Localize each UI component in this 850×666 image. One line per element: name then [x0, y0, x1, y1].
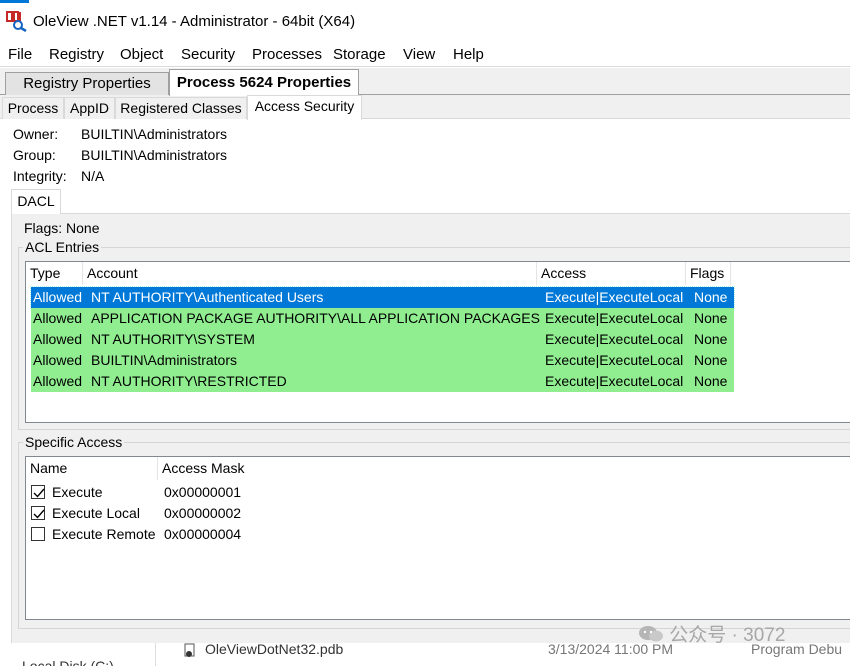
group-label: Group: — [13, 147, 56, 163]
document-tab-strip: Registry Properties Process 5624 Propert… — [0, 68, 850, 96]
acl-row[interactable]: Allowed NT AUTHORITY\Authenticated Users… — [30, 286, 735, 309]
wechat-icon — [639, 626, 663, 642]
acl-type: Allowed — [33, 310, 83, 326]
col-flags[interactable]: Flags — [686, 262, 731, 285]
specific-access-legend: Specific Access — [23, 434, 125, 450]
tab-process-properties[interactable]: Process 5624 Properties — [169, 69, 359, 96]
explorer-divider — [155, 643, 156, 666]
tab-process[interactable]: Process — [2, 97, 64, 119]
menu-storage[interactable]: Storage — [333, 46, 386, 63]
execute-checkbox[interactable] — [31, 485, 45, 499]
access-security-content: Owner: BUILTIN\Administrators Group: BUI… — [0, 119, 850, 643]
dacl-panel: Flags: None ACL Entries Type Account Acc… — [11, 213, 850, 643]
tab-registry-properties[interactable]: Registry Properties — [5, 72, 169, 95]
acl-account: NT AUTHORITY\SYSTEM — [91, 331, 255, 347]
acl-row[interactable]: Allowed NT AUTHORITY\SYSTEM Execute|Exec… — [31, 329, 734, 350]
specific-row[interactable]: Execute 0x00000001 — [26, 482, 426, 503]
acl-flags: None — [694, 289, 728, 305]
acl-entries-list[interactable]: Type Account Access Flags Allowed NT AUT… — [25, 261, 850, 423]
access-mask: 0x00000004 — [164, 526, 242, 542]
owner-label: Owner: — [13, 126, 59, 142]
watermark: 公众号 · 3072 — [638, 620, 785, 647]
integrity-label: Integrity: — [13, 168, 67, 184]
title-bar: OleView .NET v1.14 - Administrator - 64b… — [0, 0, 850, 42]
acl-flags: None — [694, 373, 728, 389]
menu-object[interactable]: Object — [120, 46, 163, 63]
col-name[interactable]: Name — [26, 457, 158, 480]
acl-flags: None — [694, 310, 728, 326]
menu-file[interactable]: File — [8, 46, 32, 63]
checkmark-icon — [33, 488, 45, 498]
acl-type: Allowed — [33, 331, 83, 347]
tab-registered-classes[interactable]: Registered Classes — [115, 97, 247, 119]
specific-access-list[interactable]: Name Access Mask Execute 0x00000001 Exec… — [25, 456, 850, 620]
tab-dacl[interactable]: DACL — [11, 189, 61, 214]
acl-type: Allowed — [33, 373, 83, 389]
acl-access: Execute|ExecuteLocal — [545, 310, 684, 326]
window-title: OleView .NET v1.14 - Administrator - 64b… — [33, 13, 356, 30]
access-mask: 0x00000001 — [164, 484, 242, 500]
watermark-text: 公众号 · 3072 — [669, 625, 786, 646]
owner-value: BUILTIN\Administrators — [81, 126, 227, 142]
menu-security[interactable]: Security — [181, 46, 235, 63]
acl-account: NT AUTHORITY\RESTRICTED — [91, 373, 287, 389]
file-name[interactable]: OleViewDotNet32.pdb — [205, 643, 343, 657]
acl-access: Execute|ExecuteLocal — [545, 289, 684, 305]
menu-registry[interactable]: Registry — [49, 46, 104, 63]
specific-access-group: Specific Access Name Access Mask Execute… — [18, 434, 850, 629]
menu-help[interactable]: Help — [453, 46, 484, 63]
title-accent — [0, 0, 29, 3]
acl-row[interactable]: Allowed NT AUTHORITY\RESTRICTED Execute|… — [31, 371, 734, 392]
execute-remote-checkbox[interactable] — [31, 527, 45, 541]
group-value: BUILTIN\Administrators — [81, 147, 227, 163]
flags-text: Flags: None — [24, 220, 100, 236]
acl-flags: None — [694, 352, 728, 368]
file-icon — [184, 643, 195, 657]
acl-access: Execute|ExecuteLocal — [545, 352, 684, 368]
col-access-mask[interactable]: Access Mask — [158, 457, 850, 480]
acl-access: Execute|ExecuteLocal — [545, 373, 684, 389]
tab-access-security[interactable]: Access Security — [247, 95, 362, 120]
menu-view[interactable]: View — [403, 46, 435, 63]
acl-row[interactable]: Allowed APPLICATION PACKAGE AUTHORITY\AL… — [31, 308, 734, 329]
execute-local-checkbox[interactable] — [31, 506, 45, 520]
col-access[interactable]: Access — [537, 262, 686, 285]
acl-account: BUILTIN\Administrators — [91, 352, 237, 368]
access-name: Execute Remote — [52, 526, 156, 542]
menu-bar: File Registry Object Security Processes … — [0, 43, 850, 67]
acl-account: APPLICATION PACKAGE AUTHORITY\ALL APPLIC… — [91, 310, 540, 326]
acl-entries-legend: ACL Entries — [23, 239, 102, 255]
specific-row[interactable]: Execute Local 0x00000002 — [26, 503, 426, 524]
inner-tab-strip: Process AppID Registered Classes Access … — [0, 95, 850, 120]
acl-access: Execute|ExecuteLocal — [545, 331, 684, 347]
acl-type: Allowed — [33, 352, 83, 368]
acl-type: Allowed — [33, 289, 83, 305]
acl-flags: None — [694, 331, 728, 347]
acl-account: NT AUTHORITY\Authenticated Users — [91, 289, 324, 305]
menu-processes[interactable]: Processes — [252, 46, 322, 63]
acl-row[interactable]: Allowed BUILTIN\Administrators Execute|E… — [31, 350, 734, 371]
oleview-app-icon — [6, 11, 27, 32]
access-name: Execute — [52, 484, 103, 500]
integrity-value: N/A — [81, 168, 105, 184]
local-disk-item[interactable]: Local Disk (C:) — [22, 658, 114, 666]
specific-row[interactable]: Execute Remote 0x00000004 — [26, 524, 426, 545]
col-type[interactable]: Type — [26, 262, 83, 285]
process-properties-panel: Process AppID Registered Classes Access … — [0, 95, 850, 643]
acl-entries-group: ACL Entries Type Account Access Flags Al… — [18, 239, 850, 430]
checkmark-icon — [33, 509, 45, 519]
access-mask: 0x00000002 — [164, 505, 242, 521]
access-name: Execute Local — [52, 505, 140, 521]
col-account[interactable]: Account — [83, 262, 537, 285]
tab-appid[interactable]: AppID — [64, 97, 115, 119]
